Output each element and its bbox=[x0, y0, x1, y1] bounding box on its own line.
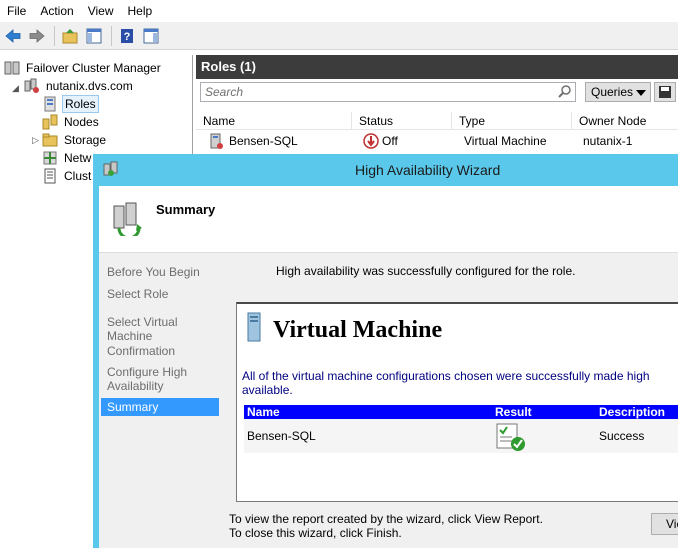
wizard-header: Summary bbox=[99, 186, 678, 253]
role-status-cell: Off bbox=[363, 131, 398, 151]
tree-item-cluster[interactable]: nutanix.dvs.com bbox=[24, 77, 135, 95]
report-col-result: Result bbox=[495, 405, 532, 419]
role-owner-cell: nutanix-1 bbox=[583, 134, 633, 148]
status-off-icon bbox=[363, 133, 379, 149]
cluster-manager-icon bbox=[4, 61, 20, 75]
report-title: Virtual Machine bbox=[273, 317, 443, 343]
collapse-arrow-icon[interactable]: ◢ bbox=[12, 83, 19, 94]
tree-item-cluster-events[interactable]: Clust bbox=[42, 167, 93, 185]
report-col-name: Name bbox=[247, 405, 280, 419]
wizard-content: High availability was successfully confi… bbox=[221, 253, 678, 548]
search-input[interactable]: Search bbox=[200, 82, 576, 102]
report-description: All of the virtual machine configuration… bbox=[242, 369, 650, 397]
role-type-cell: Virtual Machine bbox=[464, 134, 547, 148]
wizard-step-select-virtual-machine: Select Virtual Machine bbox=[107, 315, 178, 343]
forward-arrow-icon[interactable] bbox=[26, 25, 48, 47]
menu-action[interactable]: Action bbox=[33, 0, 80, 22]
wizard-title-bar[interactable]: High Availability Wizard bbox=[93, 154, 678, 186]
report-table-header: Name Result Description bbox=[244, 405, 678, 419]
success-check-icon bbox=[496, 423, 525, 451]
menu-view[interactable]: View bbox=[81, 0, 121, 22]
menu-file[interactable]: File bbox=[0, 0, 33, 22]
high-availability-wizard-window: High Availability Wizard Summary Before … bbox=[93, 154, 678, 548]
save-icon bbox=[659, 86, 671, 98]
report-col-description: Description bbox=[599, 405, 666, 419]
networks-icon bbox=[43, 151, 57, 165]
menu-bar: File Action View Help bbox=[0, 0, 678, 22]
column-status[interactable]: Status bbox=[352, 112, 452, 130]
search-icon[interactable] bbox=[558, 84, 572, 98]
back-arrow-icon[interactable] bbox=[2, 25, 24, 47]
success-message: High availability was successfully confi… bbox=[276, 264, 576, 278]
chevron-down-icon bbox=[636, 90, 646, 96]
roles-icon bbox=[44, 96, 56, 112]
wizard-step-select-role: Select Role bbox=[107, 287, 169, 301]
toolbar: ? bbox=[0, 22, 678, 50]
tree-item-failover-cluster-manager[interactable]: Failover Cluster Manager bbox=[4, 59, 163, 77]
toolbar-separator bbox=[111, 25, 112, 46]
action-pane-icon[interactable] bbox=[140, 25, 162, 47]
expand-arrow-icon[interactable]: ▷ bbox=[32, 135, 39, 146]
queries-button[interactable]: Queries bbox=[585, 82, 651, 102]
wizard-summary-icon bbox=[113, 202, 142, 236]
wizard-step-configure-high-availability: Configure High Availability bbox=[107, 365, 188, 393]
column-name[interactable]: Name bbox=[196, 112, 352, 130]
search-row: Search Queries bbox=[200, 82, 678, 102]
report-row-description: Success bbox=[599, 429, 645, 443]
wizard-footer-text: To view the report created by the wizard… bbox=[229, 512, 543, 540]
server-icon bbox=[247, 312, 261, 342]
roles-column-header: Name Status Type Owner Node bbox=[196, 112, 678, 130]
menu-help[interactable]: Help bbox=[121, 0, 160, 22]
tree-item-storage[interactable]: Storage bbox=[42, 131, 108, 149]
wizard-page-title: Summary bbox=[156, 202, 216, 217]
table-row[interactable]: Bensen-SQL Off Virtual Machine nutanix-1 bbox=[196, 131, 678, 151]
show-hide-console-tree-icon[interactable] bbox=[83, 25, 105, 47]
summary-report[interactable]: Virtual Machine All of the virtual machi… bbox=[236, 302, 678, 502]
roles-header: Roles (1) bbox=[196, 55, 678, 79]
wizard-title: High Availability Wizard bbox=[355, 162, 501, 178]
save-query-button[interactable] bbox=[654, 82, 676, 102]
toolbar-separator bbox=[54, 25, 55, 46]
tree-item-networks[interactable]: Netw bbox=[42, 149, 93, 167]
column-type[interactable]: Type bbox=[452, 112, 572, 130]
cluster-events-icon bbox=[44, 168, 56, 184]
wizard-body: Summary Before You Begin Select Role Sel… bbox=[99, 186, 678, 548]
report-row-name: Bensen-SQL bbox=[247, 429, 316, 443]
nodes-icon bbox=[42, 114, 58, 130]
storage-icon bbox=[42, 133, 58, 147]
wizard-steps-nav: Before You Begin Select Role Select Virt… bbox=[99, 253, 221, 548]
wizard-step-summary: Summary bbox=[101, 398, 219, 416]
tree-item-nodes[interactable]: Nodes bbox=[42, 113, 101, 131]
help-icon[interactable]: ? bbox=[116, 25, 138, 47]
wizard-step-confirmation: Confirmation bbox=[107, 344, 176, 358]
wizard-step-before-you-begin: Before You Begin bbox=[107, 265, 200, 279]
wizard-app-icon bbox=[103, 161, 118, 176]
virtual-machine-icon bbox=[210, 133, 223, 149]
role-name-cell: Bensen-SQL bbox=[208, 131, 298, 151]
tree-item-roles[interactable]: Roles bbox=[42, 95, 99, 113]
view-report-button[interactable]: View Report... bbox=[651, 513, 678, 535]
column-owner-node[interactable]: Owner Node bbox=[572, 112, 678, 130]
table-row: Bensen-SQL Success bbox=[244, 419, 678, 453]
cluster-icon bbox=[24, 78, 39, 93]
svg-text:?: ? bbox=[124, 31, 131, 43]
up-folder-icon[interactable] bbox=[59, 25, 81, 47]
